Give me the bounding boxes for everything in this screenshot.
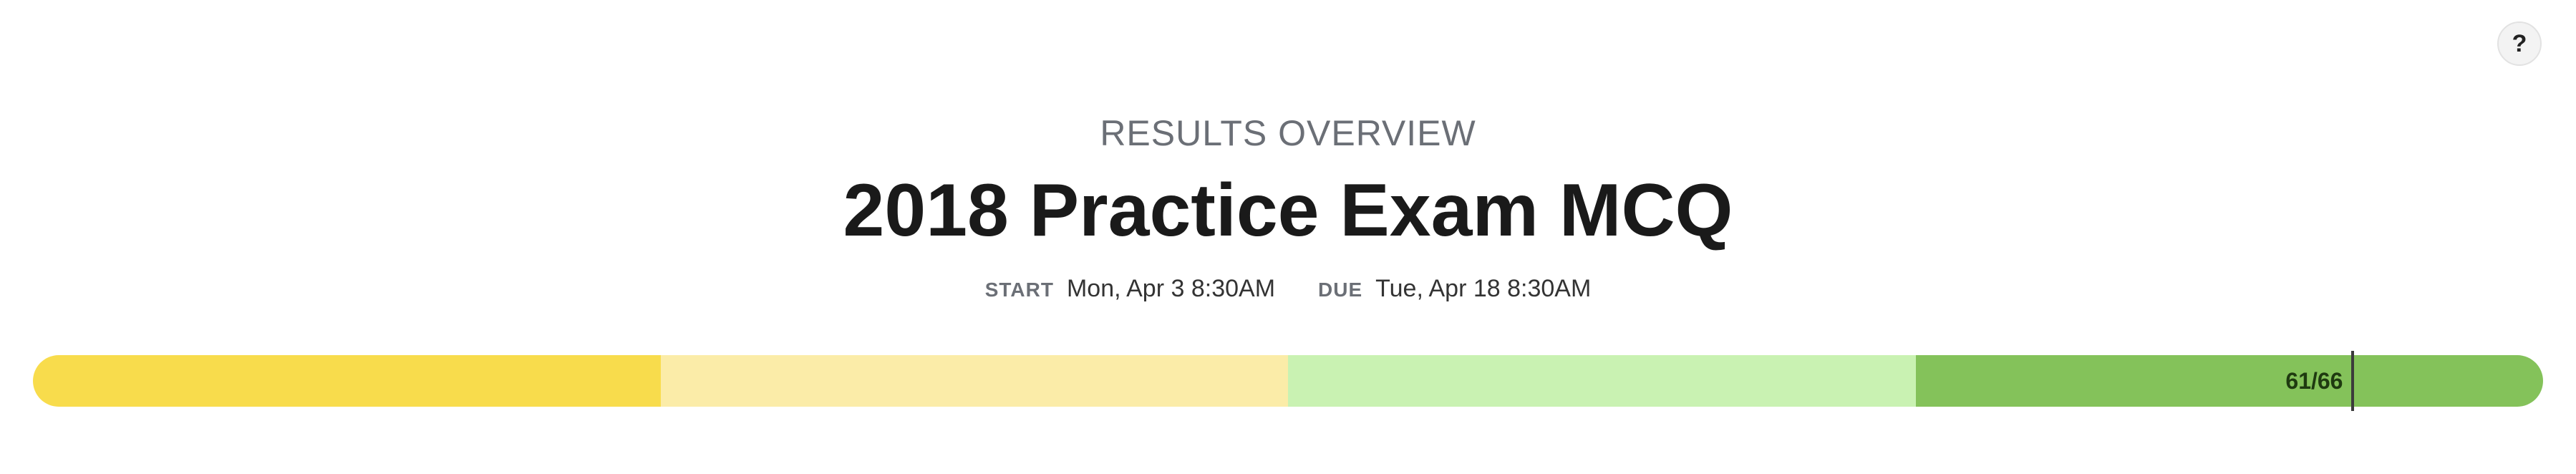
start-value: Mon, Apr 3 8:30AM xyxy=(1066,275,1276,302)
band-3 xyxy=(1288,355,1916,407)
start-label: START xyxy=(984,279,1054,301)
date-row: START Mon, Apr 3 8:30AM DUE Tue, Apr 18 … xyxy=(0,271,2576,308)
band-2 xyxy=(660,355,1288,407)
score-label: 61/66 xyxy=(2285,367,2343,394)
due-label: DUE xyxy=(1318,279,1363,301)
band-1 xyxy=(33,355,661,407)
due-date: DUE Tue, Apr 18 8:30AM xyxy=(1318,271,1591,308)
score-progress-bar xyxy=(33,355,2543,407)
results-overview-label: RESULTS OVERVIEW xyxy=(1100,113,1476,153)
band-4 xyxy=(1915,355,2543,407)
start-date: START Mon, Apr 3 8:30AM xyxy=(985,271,1275,308)
due-value: Tue, Apr 18 8:30AM xyxy=(1375,275,1592,302)
score-marker xyxy=(2351,351,2355,411)
page-title: 2018 Practice Exam MCQ xyxy=(843,169,1733,252)
help-button[interactable]: ? xyxy=(2497,21,2542,66)
